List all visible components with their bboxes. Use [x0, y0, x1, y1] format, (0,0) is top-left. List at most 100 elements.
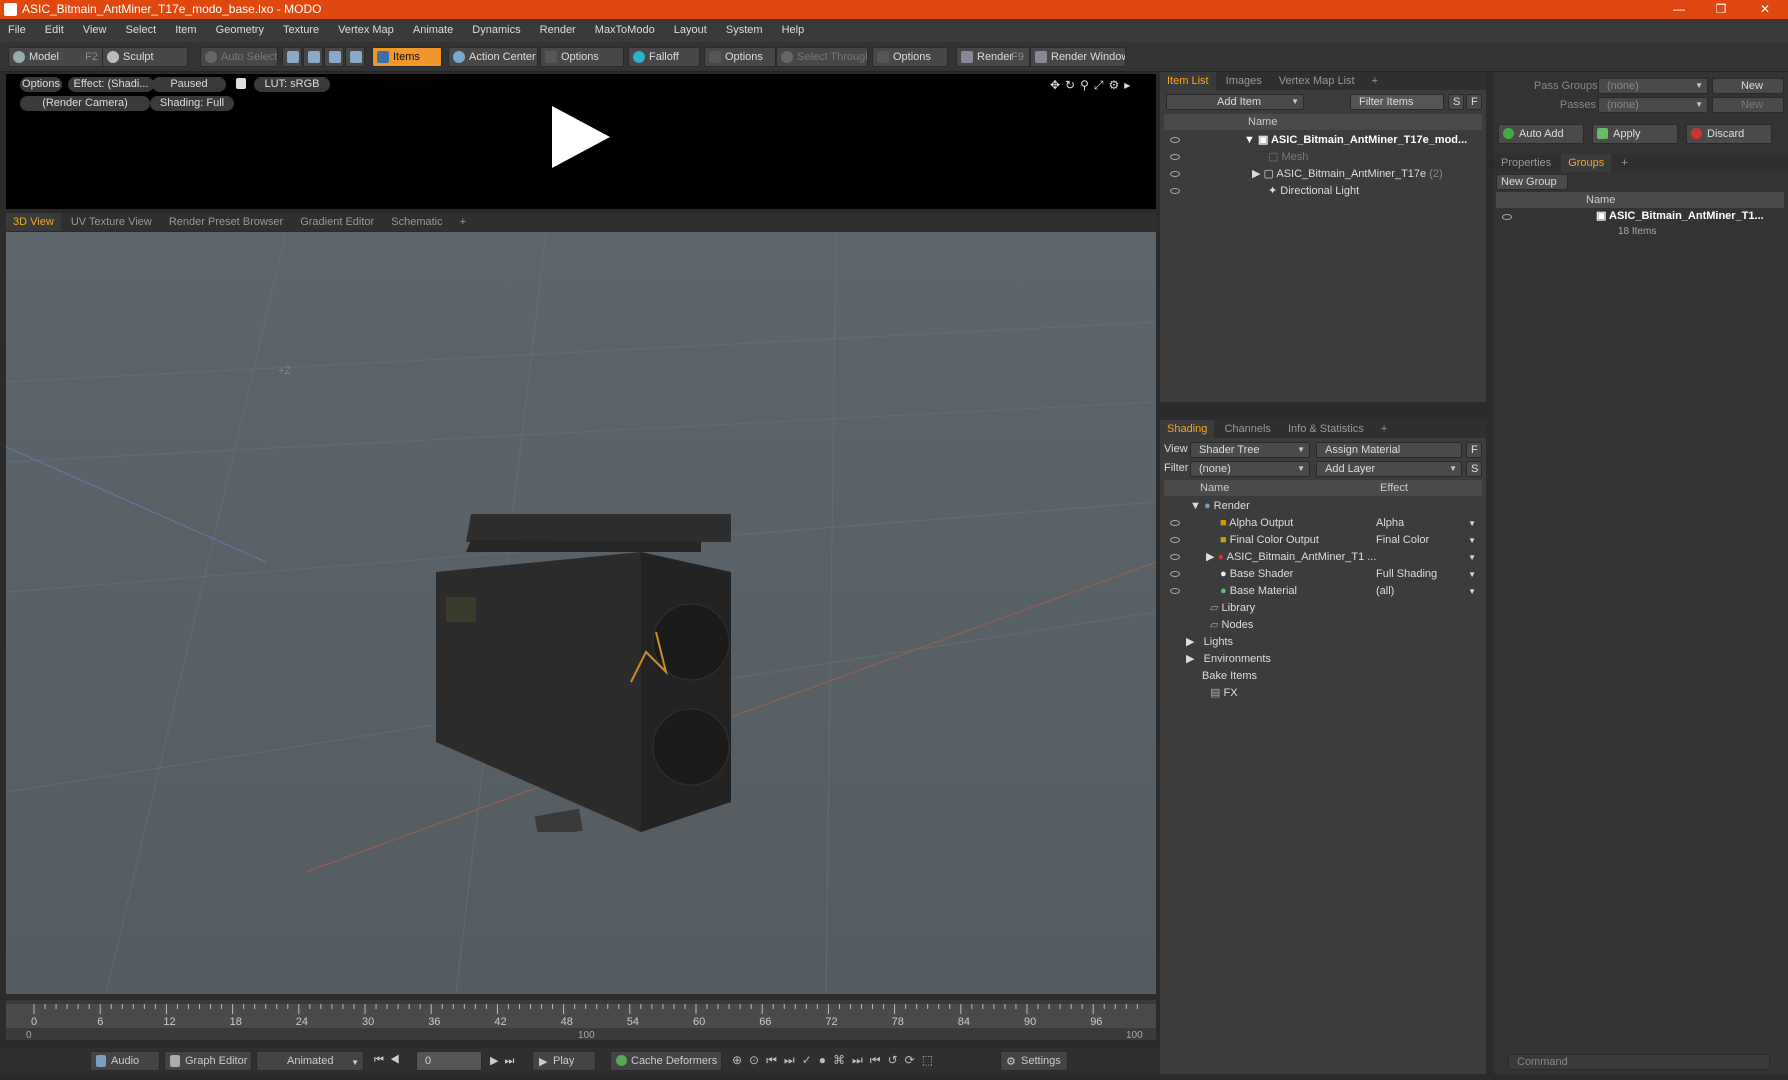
visibility-eye-icon[interactable] [1170, 537, 1180, 543]
item-mesh[interactable]: ▢ Mesh [1268, 149, 1308, 166]
shader-row-bake-items[interactable]: Bake Items [1202, 668, 1257, 685]
vertices-mode-button[interactable] [282, 47, 302, 67]
filter-items-input[interactable]: Filter Items [1350, 94, 1444, 110]
menu-vertex-map[interactable]: Vertex Map [330, 19, 402, 42]
shader-row-fx[interactable]: ▤ FX [1210, 685, 1238, 702]
search-mode-f-button[interactable]: F [1466, 94, 1482, 110]
item-directional-light[interactable]: ✦ Directional Light [1268, 183, 1359, 200]
visibility-eye-icon[interactable] [1170, 137, 1180, 143]
visibility-eye-icon[interactable] [1170, 520, 1180, 526]
render-window-button[interactable]: Render Window [1030, 47, 1126, 67]
model-mode-button[interactable]: Model F2 [8, 47, 104, 67]
menu-item[interactable]: Item [167, 19, 204, 42]
filter-dropdown[interactable]: (none) ▼ [1190, 461, 1310, 477]
play-icon[interactable] [552, 106, 610, 168]
frame-input[interactable]: 0 [416, 1051, 482, 1071]
tab-render-preset-browser[interactable]: Render Preset Browser [162, 213, 290, 231]
add-item-dropdown[interactable]: Add Item ▼ [1166, 94, 1304, 110]
command-input[interactable]: Command [1508, 1054, 1770, 1070]
preview-options-button[interactable]: Options [20, 77, 62, 92]
action-center-button[interactable]: Action Center [448, 47, 538, 67]
effect-final-color[interactable]: Final Color ▼ [1376, 532, 1476, 549]
shader-row-environments[interactable]: ▶ Environments [1186, 651, 1271, 668]
tab-schematic[interactable]: Schematic [384, 213, 449, 231]
shader-row-nodes[interactable]: ▱ Nodes [1210, 617, 1253, 634]
edges-mode-button[interactable] [303, 47, 323, 67]
shader-row-lights[interactable]: ▶ Lights [1186, 634, 1233, 651]
shader-row-base-material[interactable]: ● Base Material [1220, 583, 1297, 600]
menu-render[interactable]: Render [532, 19, 584, 42]
graph-editor-button[interactable]: Graph Editor [164, 1051, 252, 1071]
add-tab-button[interactable]: + [1365, 72, 1385, 90]
maximize-button[interactable]: ❐ [1698, 0, 1744, 19]
effect-dropdown[interactable]: Effect: (Shadi... [68, 77, 154, 92]
new-pass-group-button[interactable]: New [1712, 78, 1784, 94]
effect-alpha[interactable]: Alpha ▼ [1376, 515, 1476, 532]
shader-row-alpha-output[interactable]: ■ Alpha Output [1220, 515, 1293, 532]
tab-groups[interactable]: Groups [1561, 154, 1612, 172]
shader-row-final-color-output[interactable]: ■ Final Color Output [1220, 532, 1319, 549]
render-camera-dropdown[interactable]: (Render Camera) [20, 96, 150, 111]
menu-view[interactable]: View [75, 19, 115, 42]
visibility-eye-icon[interactable] [1170, 588, 1180, 594]
new-group-button[interactable]: New Group [1496, 174, 1568, 190]
action-center-options-button[interactable]: Options [540, 47, 624, 67]
tab-info-statistics[interactable]: Info & Statistics [1281, 420, 1371, 438]
timeline[interactable]: 0 6 12 18 24 30 36 42 48 54 60 66 72 78 84 90 96 0 100 100 [6, 1000, 1156, 1041]
visibility-eye-icon[interactable] [1170, 571, 1180, 577]
menu-select[interactable]: Select [118, 19, 165, 42]
play-button[interactable]: ▶ Play [532, 1051, 596, 1071]
visibility-eye-icon[interactable] [1170, 154, 1180, 160]
select-through-button[interactable]: Select Through [776, 47, 868, 67]
tab-images[interactable]: Images [1219, 72, 1269, 90]
add-tab-button[interactable]: + [453, 213, 473, 231]
items-mode-button[interactable]: Items [372, 47, 442, 67]
menu-texture[interactable]: Texture [275, 19, 327, 42]
polygons-mode-button[interactable] [324, 47, 344, 67]
audio-button[interactable]: Audio [90, 1051, 160, 1071]
sculpt-mode-button[interactable]: Sculpt [102, 47, 188, 67]
menu-animate[interactable]: Animate [405, 19, 461, 42]
menu-dynamics[interactable]: Dynamics [464, 19, 528, 42]
paused-toggle[interactable]: Paused [152, 77, 226, 92]
key-tools-icons[interactable]: ⊕⊙⏮⏭✓●⌘⏭⏮↺⟳⬚ [732, 1053, 940, 1068]
add-layer-dropdown[interactable]: Add Layer ▼ [1316, 461, 1462, 477]
menu-system[interactable]: System [718, 19, 771, 42]
visibility-eye-icon[interactable] [1170, 171, 1180, 177]
shader-row-base-shader[interactable]: ● Base Shader [1220, 566, 1293, 583]
auto-add-button[interactable]: Auto Add [1498, 124, 1584, 144]
tab-3d-view[interactable]: 3D View [6, 213, 61, 231]
3d-viewport[interactable]: +Z [6, 232, 1156, 994]
pass-groups-dropdown[interactable]: (none) ▼ [1598, 78, 1708, 94]
item-asic-group[interactable]: ▶ ▢ ASIC_Bitmain_AntMiner_T17e (2) [1252, 166, 1443, 183]
menu-maxtomodo[interactable]: MaxToModo [587, 19, 663, 42]
shader-row-render[interactable]: ▼ ● Render [1190, 498, 1250, 515]
step-forward-icons[interactable]: ▶⏭ [490, 1054, 520, 1068]
settings-button[interactable]: ⚙ Settings [1000, 1051, 1068, 1071]
item-scene-root[interactable]: ▼ ▣ ASIC_Bitmain_AntMiner_T17e_mod... [1244, 132, 1467, 149]
tab-uv-texture-view[interactable]: UV Texture View [64, 213, 159, 231]
falloff-button[interactable]: Falloff [628, 47, 700, 67]
tab-properties[interactable]: Properties [1494, 154, 1558, 172]
render-button[interactable]: Render F9 [956, 47, 1030, 67]
falloff-options-button[interactable]: Options [704, 47, 776, 67]
new-pass-button[interactable]: New [1712, 97, 1784, 113]
auto-select-button[interactable]: Auto Select [200, 47, 278, 67]
shader-row-library[interactable]: ▱ Library [1210, 600, 1255, 617]
passes-dropdown[interactable]: (none) ▼ [1598, 97, 1708, 113]
shading-dropdown[interactable]: Shading: Full [150, 96, 234, 111]
tab-item-list[interactable]: Item List [1160, 72, 1216, 90]
close-button[interactable]: ✕ [1742, 0, 1788, 19]
menu-edit[interactable]: Edit [37, 19, 72, 42]
visibility-eye-icon[interactable] [1502, 214, 1512, 220]
shading-f-button[interactable]: F [1466, 442, 1482, 458]
materials-mode-button[interactable] [345, 47, 365, 67]
cache-deformers-button[interactable]: Cache Deformers [610, 1051, 722, 1071]
apply-button[interactable]: Apply [1592, 124, 1678, 144]
discard-button[interactable]: Discard [1686, 124, 1772, 144]
minimize-button[interactable]: — [1656, 0, 1702, 19]
animated-dropdown[interactable]: Animated ▼ [256, 1051, 364, 1071]
menu-geometry[interactable]: Geometry [208, 19, 272, 42]
preview-nav-icons[interactable]: ✥↻⚲⤢⚙▸ [1050, 78, 1135, 93]
add-tab-button[interactable]: + [1374, 420, 1394, 438]
